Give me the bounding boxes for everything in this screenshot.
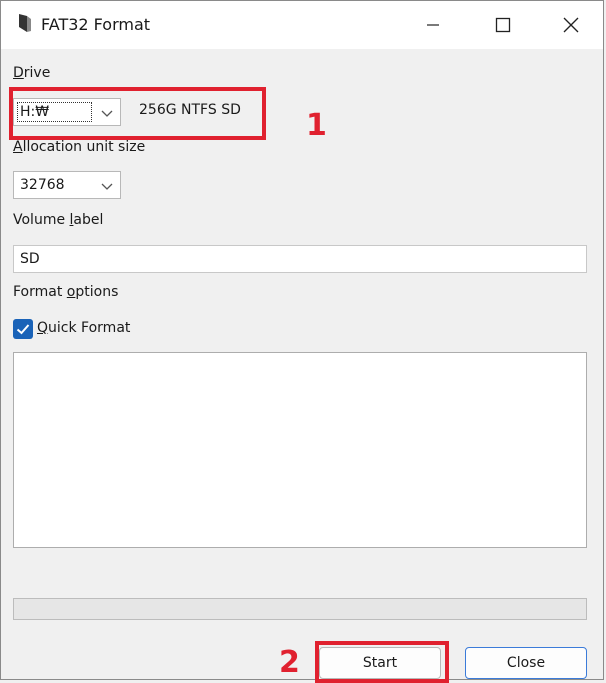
drive-label-mnemonic: D (13, 65, 24, 81)
minimize-button[interactable] (397, 1, 469, 49)
volume-label-rest: abel (73, 212, 104, 228)
quick-format-mnemonic: Q (37, 320, 49, 336)
maximize-icon (495, 17, 511, 33)
allocation-select[interactable]: 32768 (13, 171, 121, 199)
close-icon (563, 17, 579, 33)
fat32-format-window: FAT32 Format Drive H:₩ 256G NTFS SD Allo… (0, 0, 604, 683)
maximize-button[interactable] (467, 1, 539, 49)
allocation-label-mnemonic: A (13, 139, 23, 155)
volume-label-input[interactable]: SD (13, 245, 587, 273)
chevron-down-icon (101, 183, 113, 190)
quick-format-checkbox[interactable] (13, 319, 33, 339)
volume-label-prefix: Volume (13, 212, 70, 228)
format-options-label: Format options (13, 284, 118, 300)
annotation-box-start (315, 641, 449, 683)
format-options-prefix: Format (13, 284, 67, 300)
minimize-icon (427, 24, 439, 26)
allocation-label: Allocation unit size (13, 139, 145, 155)
allocation-select-value: 32768 (20, 177, 65, 193)
drive-label-rest: rive (23, 65, 51, 81)
annotation-box-drive (9, 87, 266, 140)
app-icon (19, 14, 31, 32)
format-options-rest: ptions (75, 284, 119, 300)
close-window-button[interactable] (535, 1, 606, 49)
title-bar[interactable]: FAT32 Format (1, 1, 603, 49)
allocation-label-rest: llocation unit size (22, 139, 146, 155)
close-button[interactable]: Close (465, 647, 587, 679)
checkmark-icon (16, 324, 30, 335)
annotation-number-1: 1 (306, 108, 327, 143)
quick-format-rest: uick Format (48, 320, 131, 336)
progress-bar (13, 598, 587, 620)
log-output-box[interactable] (13, 352, 587, 548)
drive-label: Drive (13, 65, 50, 81)
window-title: FAT32 Format (41, 15, 151, 34)
annotation-number-2: 2 (279, 645, 300, 680)
quick-format-label[interactable]: Quick Format (37, 320, 130, 336)
volume-label-value: SD (20, 251, 40, 267)
volume-label-label: Volume label (13, 212, 103, 228)
